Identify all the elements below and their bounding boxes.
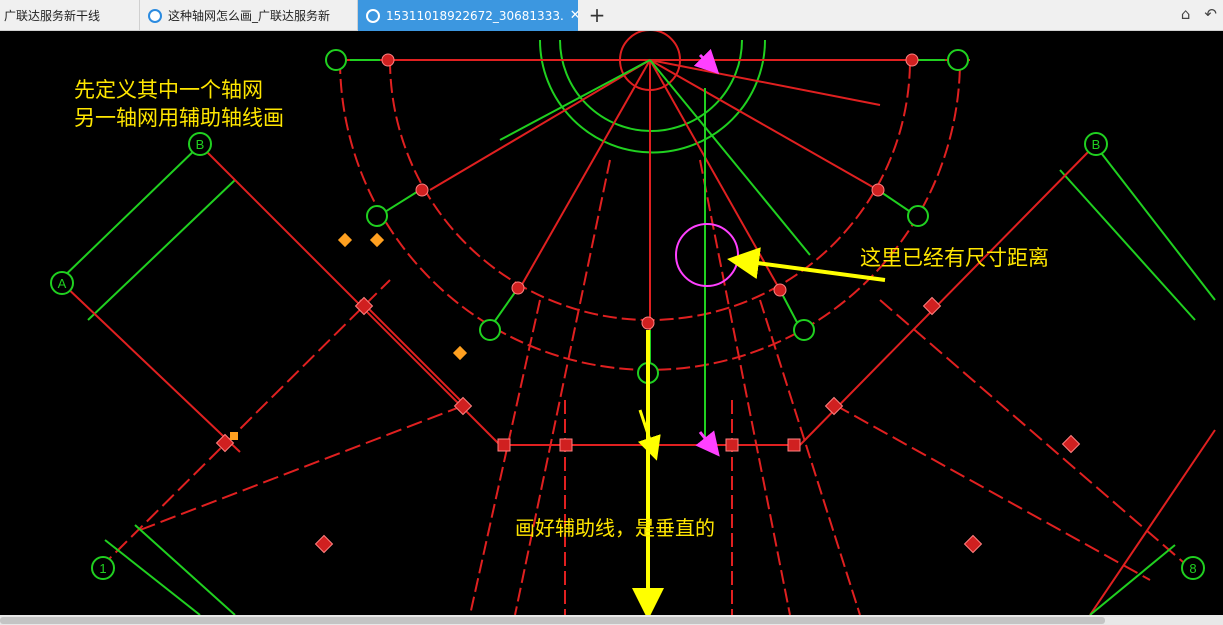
axis-bubble	[366, 205, 388, 227]
tab-image-active[interactable]: 15311018922672_30681333. ✕	[358, 0, 578, 31]
axis-8-line	[879, 299, 1191, 569]
annotation-dimension-note: 这里已经有尺寸距离	[860, 246, 1049, 270]
browser-favicon-icon	[366, 8, 380, 23]
axis-label-A: A	[58, 276, 67, 291]
column-node	[641, 316, 655, 330]
dimension-line	[104, 539, 201, 615]
column-node	[453, 396, 473, 416]
browser-tab-bar: 广联达服务新干线 这种轴网怎么画_广联达服务新 15311018922672_3…	[0, 0, 1223, 31]
tab-label: 广联达服务新干线	[4, 9, 101, 23]
radial-axis-extension	[469, 299, 541, 615]
right-rotated-axis-grid	[799, 144, 1216, 615]
column-node	[511, 281, 525, 295]
radial-green-line	[649, 59, 811, 256]
annotation-define-axis: 先定义其中一个轴网 另一轴网用辅助轴线画	[74, 76, 284, 132]
column-node	[871, 183, 885, 197]
undo-icon[interactable]: ↶	[1204, 5, 1217, 23]
tab-label: 15311018922672_30681333.	[386, 8, 564, 23]
dimension-line	[54, 144, 201, 286]
dimension-line	[1059, 169, 1196, 321]
dimension-line	[1089, 544, 1176, 615]
radial-axis-line	[649, 59, 881, 106]
annotation-line: 先定义其中一个轴网	[74, 78, 263, 102]
column-node	[725, 438, 739, 452]
plus-icon[interactable]: +	[587, 4, 607, 26]
favorites-icon[interactable]: ⌂	[1181, 5, 1191, 23]
column-node	[922, 296, 942, 316]
axis-B-right-line	[799, 144, 1096, 446]
axis-line	[139, 404, 466, 531]
column-marker	[369, 232, 385, 248]
column-node	[773, 283, 787, 297]
axis-1-line	[99, 279, 391, 569]
axis-bubble	[325, 49, 347, 71]
column-node	[381, 53, 395, 67]
column-node	[824, 396, 844, 416]
tab-guanglianda[interactable]: 广联达服务新干线	[0, 0, 140, 31]
axis-A-line	[61, 282, 241, 453]
axis-line	[1089, 429, 1216, 615]
column-marker	[452, 345, 468, 361]
arrow-magenta-bottom	[695, 430, 720, 457]
axis-bubble	[947, 49, 969, 71]
browser-tools: ⌂ ↶	[1181, 5, 1217, 23]
column-markers	[230, 232, 468, 440]
annotation-line: 另一轴网用辅助轴线画	[74, 106, 284, 130]
browser-favicon-icon	[148, 8, 162, 23]
column-node	[905, 53, 919, 67]
axis-label-B-left: B	[196, 137, 205, 152]
radial-axis-line	[649, 59, 781, 291]
column-node	[1061, 434, 1081, 454]
dimension-line	[134, 524, 236, 615]
column-node	[415, 183, 429, 197]
axis-label-B-right: B	[1092, 137, 1101, 152]
close-icon[interactable]: ✕	[570, 8, 578, 23]
dimension-line	[87, 179, 236, 321]
axis-bubble	[907, 205, 929, 227]
column-node	[787, 438, 801, 452]
column-node	[963, 534, 983, 554]
axis-bubble	[479, 319, 501, 341]
horizontal-scrollbar[interactable]	[0, 615, 1223, 625]
inner-green-arc	[539, 39, 766, 154]
column-marker	[337, 232, 353, 248]
column-node	[497, 438, 511, 452]
radial-axis-extension	[514, 159, 611, 615]
axis-label-1: 1	[99, 561, 106, 576]
column-marker	[230, 432, 238, 440]
radial-axis-extension	[759, 299, 861, 615]
tab-label: 这种轴网怎么画_广联达服务新	[168, 9, 331, 23]
dimension-highlight-circle	[675, 223, 739, 287]
axis-line	[359, 299, 466, 406]
scrollbar-thumb[interactable]	[0, 617, 1105, 624]
column-node	[559, 438, 573, 452]
arrow-magenta-top	[693, 48, 720, 75]
axis-label-8: 8	[1189, 561, 1196, 576]
axis-B-line	[199, 144, 501, 446]
axis-bubble	[793, 319, 815, 341]
left-rotated-axis-grid	[54, 144, 501, 615]
column-node	[314, 534, 334, 554]
tab-axis-question[interactable]: 这种轴网怎么画_广联达服务新	[140, 0, 358, 31]
annotation-auxiliary-note: 画好辅助线，是垂直的	[515, 516, 715, 540]
